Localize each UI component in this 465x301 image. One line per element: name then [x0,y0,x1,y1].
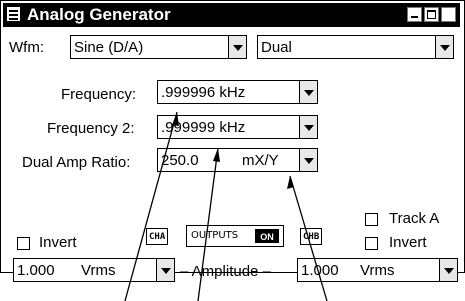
track-a-checkbox[interactable] [365,213,378,226]
chevron-down-icon[interactable] [439,259,457,281]
amplitude-a-unit: Vrms [81,262,116,279]
channel-a-button[interactable]: CHA [146,228,169,245]
chevron-down-icon[interactable] [299,81,317,103]
maximize-icon[interactable] [424,7,439,22]
frequency2-label: Frequency 2: [47,120,135,137]
close-icon[interactable]: ✕ [441,7,456,22]
amplitude-b-value: 1.000 [301,262,339,279]
dual-amp-ratio-value: 250.0 [161,152,199,169]
menu-icon[interactable] [7,7,20,21]
invert-b-label: Invert [389,234,427,251]
dual-amp-ratio-label: Dual Amp Ratio: [22,154,131,171]
chevron-down-icon[interactable] [228,36,246,58]
dual-amp-ratio-unit: mX/Y [242,152,279,169]
invert-b-checkbox[interactable] [365,237,378,250]
chevron-down-icon[interactable] [299,149,317,171]
chevron-down-icon[interactable] [299,116,317,138]
window-title: Analog Generator [27,5,171,24]
invert-a-label: Invert [39,234,77,251]
frequency2-input[interactable]: .999999 kHz [157,115,318,139]
amplitude-a-input[interactable]: 1.000 Vrms [13,258,175,282]
waveform-select[interactable]: Sine (D/A) [70,35,247,59]
mode-value: Dual [261,39,292,56]
waveform-value: Sine (D/A) [74,39,144,56]
outputs-label: OUTPUTS [191,230,239,241]
minimize-icon[interactable] [407,7,422,22]
channel-b-button[interactable]: CHB [300,228,323,245]
frequency-label: Frequency: [61,86,137,103]
track-a-label: Track A [389,210,440,227]
amplitude-b-unit: Vrms [360,262,395,279]
title-bar[interactable]: Analog Generator ✕ [3,3,460,27]
outputs-on-badge: ON [255,229,279,243]
frequency-value: .999996 kHz [161,84,246,101]
dual-amp-ratio-input[interactable]: 250.0 mX/Y [157,148,318,172]
invert-a-checkbox[interactable] [17,237,30,250]
frequency2-value: .999999 kHz [161,119,246,136]
waveform-label: Wfm: [9,39,44,56]
mode-select[interactable]: Dual [257,35,454,59]
frequency-input[interactable]: .999996 kHz [157,80,318,104]
amplitude-b-input[interactable]: 1.000 Vrms [297,258,458,282]
outputs-button[interactable]: OUTPUTS ON [186,225,284,247]
amplitude-a-value: 1.000 [17,262,55,279]
chevron-down-icon[interactable] [156,259,174,281]
amplitude-label: – Amplitude – [180,263,271,280]
chevron-down-icon[interactable] [435,36,453,58]
